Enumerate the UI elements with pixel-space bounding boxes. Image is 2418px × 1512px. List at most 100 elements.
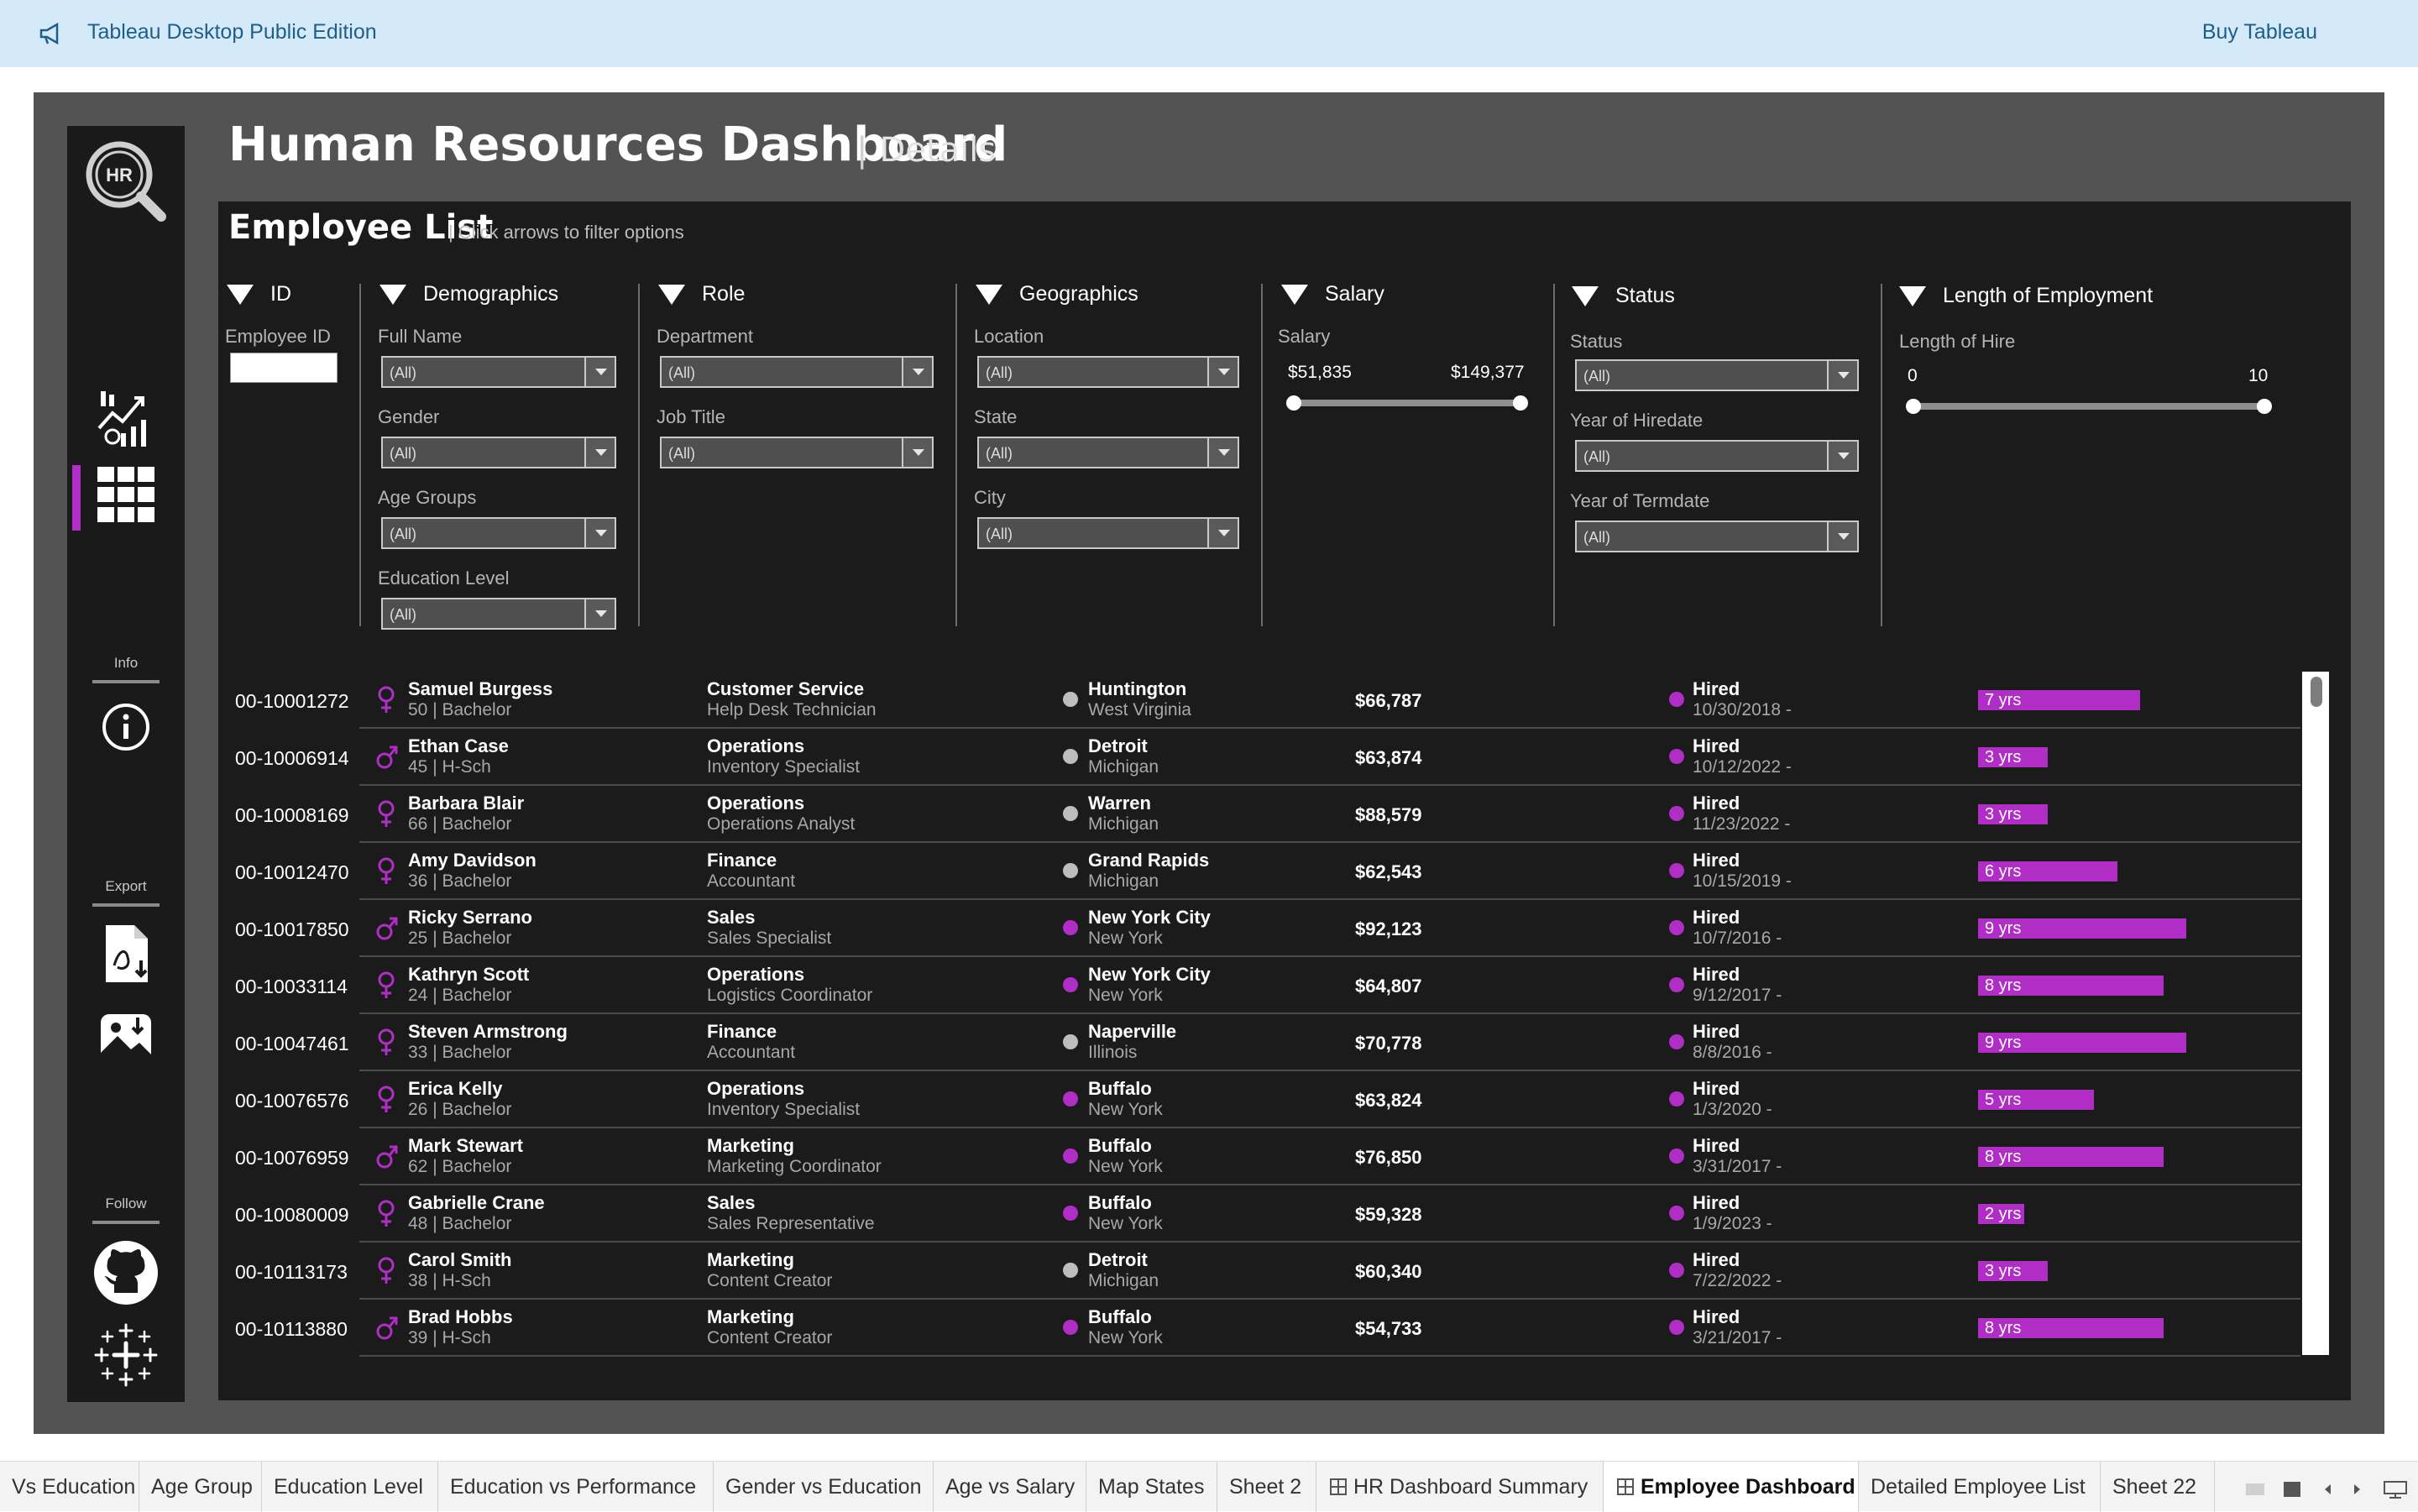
filter-salary-toggle[interactable]: Salary [1281, 282, 1384, 306]
image-export-icon[interactable] [97, 1011, 154, 1068]
length-of-employment-label: 2 yrs [1985, 1205, 2022, 1223]
filter-geographics-header: Geographics [1019, 282, 1138, 306]
table-row[interactable]: 00-10076576 Erica Kelly 26 | Bachelor Opera… [218, 1071, 2300, 1128]
length-slider-max-handle[interactable] [2257, 399, 2272, 414]
employee-name: Brad Hobbs [408, 1306, 513, 1327]
table-row[interactable]: 00-10047461 Steven Armstrong 33 | Bachelor… [218, 1014, 2300, 1071]
sheet-tab[interactable]: Gender vs Education [714, 1462, 934, 1512]
salary-max-value: $149,377 [1451, 363, 1525, 382]
status-dot [1669, 1148, 1684, 1164]
age-education: 39 | H-Sch [408, 1328, 491, 1347]
education-level-dropdown[interactable]: (All) [381, 598, 616, 630]
sheet-tab[interactable]: HR Dashboard Summary [1316, 1462, 1604, 1512]
status-dot [1669, 977, 1684, 992]
state-dropdown[interactable]: (All) [977, 437, 1239, 468]
employee-id-input[interactable] [230, 353, 338, 383]
table-row[interactable]: 00-10076959 Mark Stewart 62 | Bachelor Mark… [218, 1128, 2300, 1185]
table-row[interactable]: 00-10033114 Kathryn Scott 24 | Bachelor Ope… [218, 957, 2300, 1014]
employee-id: 00-10080009 [235, 1204, 349, 1226]
info-icon[interactable] [101, 702, 151, 752]
financial-chart-icon[interactable] [94, 386, 158, 450]
scrollbar-thumb[interactable] [2311, 677, 2322, 707]
salary-slider-min-handle[interactable] [1286, 395, 1301, 411]
sheet-tab[interactable]: Age Group [139, 1462, 262, 1512]
hr-logo-icon[interactable]: HR [77, 133, 175, 230]
employee-id: 00-10047461 [235, 1033, 349, 1054]
table-row[interactable]: 00-10080009 Gabrielle Crane 48 | Bachelor S… [218, 1185, 2300, 1243]
sheet-tab[interactable]: Sheet 22 [2101, 1462, 2215, 1512]
year-termdate-dropdown[interactable]: (All) [1575, 521, 1859, 552]
length-of-employment-label: 3 yrs [1985, 805, 2022, 824]
filter-length-header: Length of Employment [1943, 284, 2154, 307]
location-dot [1063, 1320, 1078, 1335]
length-of-employment-bar: 9 yrs [1978, 918, 2186, 939]
table-row[interactable]: 00-10001272 Samuel Burgess 50 | Bachelor Cu… [218, 672, 2300, 729]
sheet-tab[interactable]: Employee Dashboard [1604, 1462, 1859, 1512]
age-education: 62 | Bachelor [408, 1157, 512, 1176]
department-dropdown[interactable]: (All) [660, 356, 934, 388]
filter-separator [359, 284, 361, 626]
filter-status-toggle[interactable]: Status [1572, 284, 1675, 308]
filter-geographics-toggle[interactable]: Geographics [976, 282, 1138, 306]
full-name-dropdown[interactable]: (All) [381, 356, 616, 388]
show-filmstrip-icon[interactable] [2245, 1480, 2265, 1499]
active-page-indicator [72, 465, 81, 531]
filter-role-toggle[interactable]: Role [658, 282, 745, 306]
city-dropdown[interactable]: (All) [977, 517, 1239, 549]
sheet-tab[interactable]: Education Level [262, 1462, 438, 1512]
scroll-tabs-right-icon[interactable] [2351, 1480, 2364, 1499]
sheet-tab[interactable]: Education vs Performance [438, 1462, 714, 1512]
female-symbol-icon [378, 857, 395, 884]
sheet-tab[interactable]: Map States [1086, 1462, 1217, 1512]
employee-name: Gabrielle Crane [408, 1192, 545, 1213]
chevron-down-icon [584, 438, 615, 467]
filter-demographics-toggle[interactable]: Demographics [379, 282, 558, 306]
age-education: 50 | Bachelor [408, 700, 512, 719]
filter-id-header: ID [270, 282, 291, 306]
github-icon[interactable] [92, 1239, 160, 1306]
table-row[interactable]: 00-10017850 Ricky Serrano 25 | Bachelor Sal… [218, 900, 2300, 957]
filter-length-toggle[interactable]: Length of Employment [1899, 284, 2153, 308]
buy-tableau-link[interactable]: Buy Tableau [2202, 20, 2317, 44]
scrollbar-track[interactable] [2302, 672, 2329, 1355]
job-title: Content Creator [707, 1328, 833, 1347]
age-education: 24 | Bachelor [408, 986, 512, 1005]
status-dropdown[interactable]: (All) [1575, 359, 1859, 391]
location-dot [1063, 977, 1078, 992]
table-row[interactable]: 00-10006914 Ethan Case 45 | H-Sch Operation… [218, 729, 2300, 786]
table-grid-icon[interactable] [97, 467, 154, 522]
length-slider-track[interactable] [1913, 403, 2267, 410]
sheet-tab[interactable]: Sheet 2 [1217, 1462, 1316, 1512]
length-slider-min-handle[interactable] [1906, 399, 1921, 414]
tableau-public-icon[interactable] [92, 1321, 160, 1389]
follow-label: Follow [105, 1195, 147, 1211]
salary-slider-track[interactable] [1293, 400, 1525, 406]
show-tabs-icon[interactable] [2282, 1480, 2302, 1499]
status-dot [1669, 1091, 1684, 1107]
salary-slider-max-handle[interactable] [1513, 395, 1528, 411]
state: New York [1088, 986, 1163, 1005]
full-name-label: Full Name [378, 326, 463, 347]
table-row[interactable]: 00-10113173 Carol Smith 38 | H-Sch Marketin… [218, 1243, 2300, 1300]
table-row[interactable]: 00-10012470 Amy Davidson 36 | Bachelor Fina… [218, 843, 2300, 900]
filter-id-toggle[interactable]: ID [227, 282, 291, 306]
triangle-down-icon [1281, 284, 1308, 305]
age-groups-dropdown[interactable]: (All) [381, 517, 616, 549]
gender-dropdown[interactable]: (All) [381, 437, 616, 468]
scroll-tabs-left-icon[interactable] [2321, 1480, 2334, 1499]
location-dropdown[interactable]: (All) [977, 356, 1239, 388]
sheet-tab[interactable]: Age vs Salary [934, 1462, 1086, 1512]
sheet-tab[interactable]: Vs Education [0, 1462, 139, 1512]
salary-min-value: $51,835 [1288, 363, 1352, 382]
job-title-dropdown[interactable]: (All) [660, 437, 934, 468]
table-row[interactable]: 00-10008169 Barbara Blair 66 | Bachelor Ope… [218, 786, 2300, 843]
sheet-tab-label: Employee Dashboard [1641, 1475, 1855, 1499]
table-row[interactable]: 00-10113880 Brad Hobbs 39 | H-Sch Marketing… [218, 1300, 2300, 1357]
sheet-tab[interactable]: Detailed Employee List [1859, 1462, 2101, 1512]
state: New York [1088, 1157, 1163, 1176]
presentation-mode-icon[interactable] [2383, 1480, 2408, 1499]
female-symbol-icon [378, 1257, 395, 1284]
city: Buffalo [1088, 1135, 1152, 1156]
year-hiredate-dropdown[interactable]: (All) [1575, 440, 1859, 472]
pdf-export-icon[interactable] [102, 923, 156, 984]
